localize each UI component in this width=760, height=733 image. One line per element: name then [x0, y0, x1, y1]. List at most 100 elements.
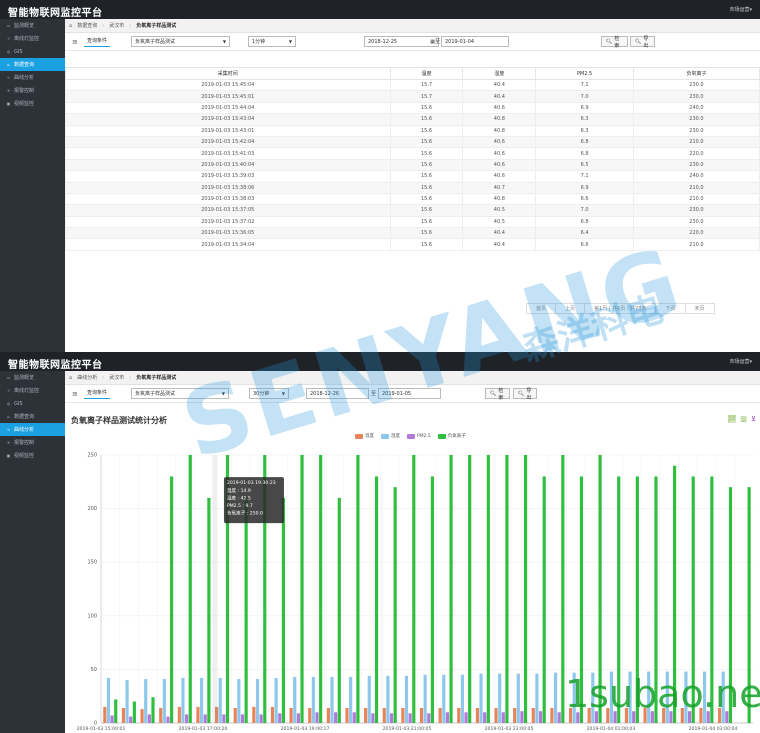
- bar: [662, 707, 666, 723]
- start-date-input[interactable]: 2018-12-25 ▦: [364, 36, 439, 47]
- sidebar-item[interactable]: ◎ GIS: [0, 45, 65, 58]
- column-header[interactable]: 负氧离子: [632, 67, 760, 80]
- bar: [617, 476, 621, 723]
- menu-icon[interactable]: ≡: [72, 36, 78, 47]
- export-button[interactable]: 🔍︎ 导出: [630, 36, 655, 49]
- bar-chart-icon[interactable]: ▥: [740, 415, 747, 423]
- column-header[interactable]: 湿度: [462, 67, 537, 80]
- search-button[interactable]: 🔍︎ 检索: [485, 388, 510, 401]
- sidebar-item-label: 视频监控: [14, 101, 35, 107]
- pager-item[interactable]: 下页: [655, 303, 686, 314]
- table-cell: 40.4: [462, 227, 537, 240]
- sidebar-item-label: 监测概览: [14, 375, 35, 381]
- sidebar-item[interactable]: ⌂ 数据查询: [0, 410, 65, 423]
- bar: [207, 497, 211, 723]
- table-cell: 6.8: [535, 147, 634, 160]
- sidebar-item[interactable]: ∿ 曲线分析: [0, 423, 65, 436]
- interval-select[interactable]: 30分钟 ▼: [249, 388, 289, 399]
- bar: [438, 707, 442, 723]
- pager-item[interactable]: 第1页 | 共6页 / 共78条: [584, 303, 657, 314]
- sidebar-item[interactable]: ✕ 报警控制: [0, 84, 65, 97]
- home-icon[interactable]: ⌂: [69, 23, 72, 29]
- search-button[interactable]: 🔍︎ 检索: [601, 35, 628, 49]
- sidebar-item[interactable]: ◎ GIS: [0, 397, 65, 410]
- bar: [505, 455, 509, 723]
- search-button-label: 检索: [614, 35, 620, 49]
- end-date-input[interactable]: 2019-01-04: [441, 36, 509, 47]
- sidebar-item[interactable]: ▣ 视频监控: [0, 449, 65, 462]
- bar: [430, 476, 435, 723]
- sidebar-item[interactable]: ✧ 离线灯监控: [0, 32, 65, 45]
- legend-item[interactable]: 温度: [355, 433, 374, 439]
- sidebar-item-label: 报警控制: [14, 88, 35, 94]
- sidebar-item[interactable]: ▣ 视频监控: [0, 97, 65, 110]
- pager-item[interactable]: 末页: [684, 303, 715, 314]
- end-date-input[interactable]: 2019-01-05: [378, 388, 441, 399]
- sidebar-item[interactable]: ▭ 监测概览: [0, 371, 65, 384]
- bar: [374, 476, 379, 723]
- download-icon[interactable]: ⊻: [751, 415, 756, 423]
- tooltip-line: PM2.5 : 9.7: [227, 503, 253, 509]
- bar: [613, 711, 617, 723]
- table-cell: 7.1: [535, 170, 634, 183]
- table-cell: 15.6: [389, 135, 464, 149]
- interval-select[interactable]: 1分钟 ▼: [248, 36, 296, 47]
- user-menu[interactable]: 市场运营▾: [729, 6, 752, 13]
- line-chart-icon[interactable]: 📈︎: [727, 415, 736, 423]
- legend-swatch: [355, 433, 363, 439]
- bar: [170, 476, 174, 723]
- table-cell: 7.0: [535, 90, 634, 103]
- bar: [300, 455, 304, 723]
- bar: [114, 699, 118, 723]
- sample-select[interactable]: 负氧离子样品测试 ▼: [131, 388, 229, 399]
- table-cell: 2019-01-03 15:37:02: [65, 215, 391, 229]
- table-cell: 230.0: [632, 113, 760, 126]
- table-cell: 6.3: [535, 113, 634, 126]
- column-header[interactable]: 采集时间: [65, 67, 391, 80]
- legend-item[interactable]: 负氧离子: [437, 433, 466, 439]
- search-icon: 🔍︎: [606, 38, 613, 45]
- legend-item[interactable]: 湿度: [381, 433, 400, 439]
- sidebar-item[interactable]: ⌂ 数据查询: [0, 58, 65, 71]
- bar: [244, 497, 248, 723]
- bar: [680, 707, 684, 723]
- chevron-right-icon: ›: [129, 22, 132, 29]
- breadcrumb-item[interactable]: 曲线分析: [77, 374, 97, 381]
- bar: [479, 673, 483, 723]
- menu-icon[interactable]: ≡: [72, 388, 78, 399]
- sidebar-item-label: 报警控制: [14, 440, 35, 446]
- bar: [255, 679, 260, 723]
- breadcrumb-item[interactable]: 武汉市: [109, 22, 124, 29]
- display-icon: ▭: [6, 23, 11, 28]
- export-button[interactable]: 🔍︎ 导出: [513, 388, 537, 401]
- pager-item[interactable]: 上页: [555, 303, 586, 314]
- breadcrumb-item[interactable]: 武汉市: [109, 374, 124, 381]
- column-header[interactable]: 温度: [389, 67, 464, 80]
- breadcrumb: ⌂ 曲线分析 › 武汉市 › 负氧离子样品测试: [65, 371, 760, 385]
- query-toolbar: ≡ 查询条件 负氧离子样品测试 ▼ 1分钟 ▼ 2018-12-25 ▦ 至 2019…: [65, 33, 760, 51]
- sidebar-item-label: GIS: [14, 48, 23, 55]
- user-menu[interactable]: 市场运营▾: [729, 358, 752, 365]
- bar: [188, 455, 192, 723]
- sidebar-item[interactable]: ✧ 离线灯监控: [0, 384, 65, 397]
- bar: [106, 677, 111, 723]
- bar: [218, 677, 222, 723]
- sidebar-item[interactable]: ∿ 曲线分析: [0, 71, 65, 84]
- bar: [632, 711, 636, 723]
- bar: [498, 673, 502, 723]
- sidebar-item[interactable]: ▭ 监测概览: [0, 19, 65, 32]
- bulb-icon: ✧: [6, 36, 11, 41]
- home-icon[interactable]: ⌂: [69, 375, 72, 381]
- breadcrumb-item[interactable]: 数据查询: [77, 22, 97, 29]
- bar: [240, 714, 245, 723]
- sidebar-item[interactable]: ✕ 报警控制: [0, 436, 65, 449]
- table-cell: 6.4: [535, 227, 634, 240]
- sample-select[interactable]: 负氧离子样品测试 ▼: [131, 36, 230, 47]
- legend-item[interactable]: PM2.5: [407, 433, 431, 439]
- table-cell: 2019-01-03 15:41:03: [65, 147, 391, 160]
- column-header[interactable]: PM2.5: [535, 67, 634, 80]
- legend-swatch: [437, 433, 446, 439]
- bar: [628, 671, 632, 723]
- start-date-input[interactable]: 2018-12-26: [306, 388, 369, 399]
- pager-item[interactable]: 首页: [526, 303, 557, 314]
